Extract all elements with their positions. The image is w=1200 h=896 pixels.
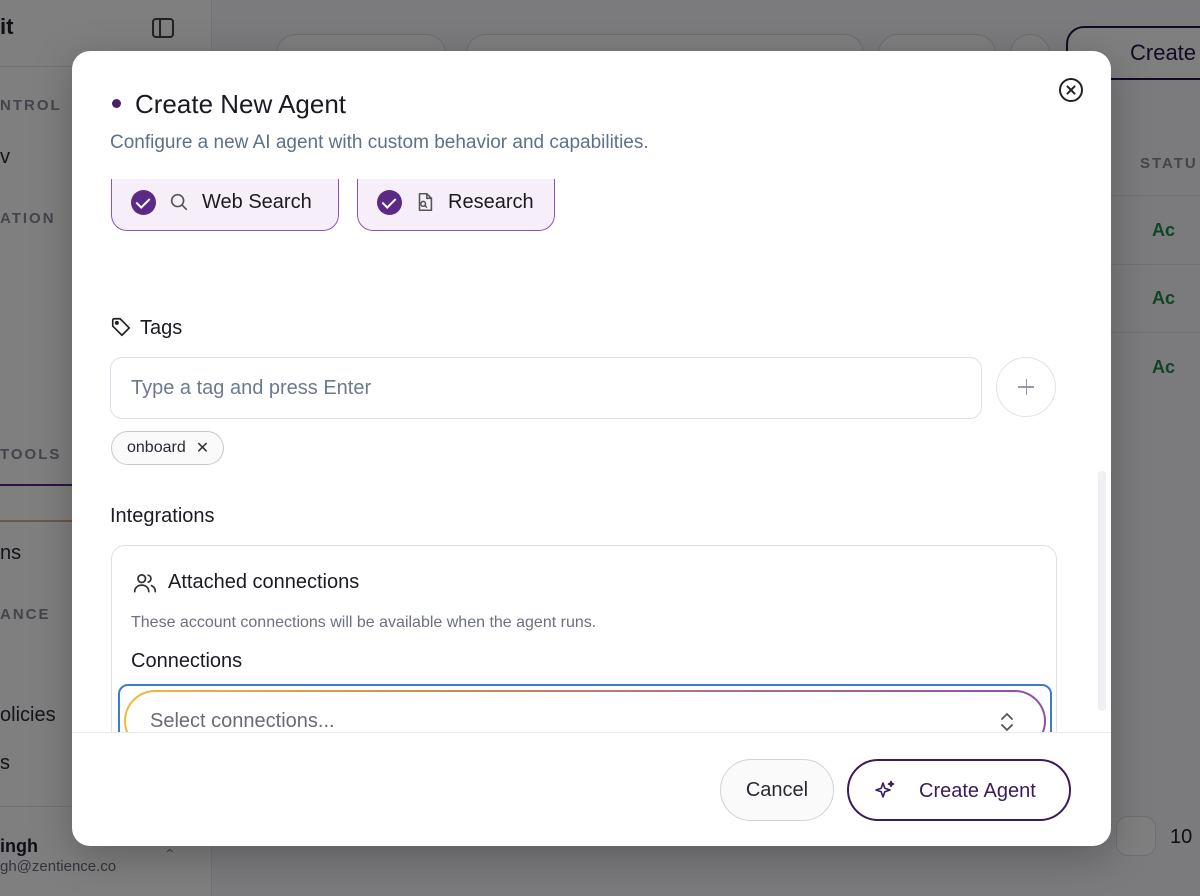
chevron-updown-icon (1001, 713, 1013, 731)
dialog-scroll-area[interactable]: Web Search Research Tags onboard ✕ Integ… (72, 179, 1111, 732)
integrations-label: Integrations (110, 505, 215, 527)
check-circle-icon (377, 190, 402, 215)
connections-label: Connections (131, 650, 243, 672)
sparkles-icon (875, 780, 895, 798)
attached-connections-description: These account connections will be availa… (131, 614, 597, 631)
connections-select[interactable]: Select connections... (124, 690, 1046, 732)
capability-chip-research[interactable]: Research (357, 179, 555, 231)
tags-label: Tags (140, 317, 183, 339)
create-agent-button[interactable]: Create Agent (847, 759, 1071, 821)
file-search-icon (418, 192, 433, 212)
cancel-button[interactable]: Cancel (720, 759, 834, 821)
tag-input[interactable] (110, 357, 982, 419)
scrollbar[interactable] (1098, 471, 1106, 711)
search-icon (170, 193, 188, 211)
attached-connections-title: Attached connections (168, 571, 360, 593)
tag-remove-icon[interactable]: ✕ (196, 438, 209, 458)
dialog-subtitle: Configure a new AI agent with custom beh… (110, 132, 649, 153)
capability-label: Research (448, 191, 534, 213)
dialog-title: Create New Agent (135, 89, 347, 119)
create-agent-label: Create Agent (919, 780, 1036, 802)
check-circle-icon (131, 190, 156, 215)
footer-divider (72, 732, 1111, 733)
tag-icon (111, 317, 131, 337)
add-tag-button[interactable] (996, 357, 1056, 417)
users-icon (133, 574, 157, 593)
tag-pill: onboard ✕ (111, 431, 225, 465)
connections-placeholder: Select connections... (150, 710, 335, 732)
integrations-card: Attached connections These account conne… (111, 545, 1057, 732)
create-agent-dialog: Create New Agent Configure a new AI agen… (72, 51, 1111, 846)
capability-label: Web Search (202, 191, 312, 213)
close-icon[interactable] (1059, 78, 1083, 102)
capability-chip-web-search[interactable]: Web Search (111, 179, 339, 231)
tag-pill-label: onboard (127, 439, 186, 456)
title-dot-icon (112, 99, 121, 108)
